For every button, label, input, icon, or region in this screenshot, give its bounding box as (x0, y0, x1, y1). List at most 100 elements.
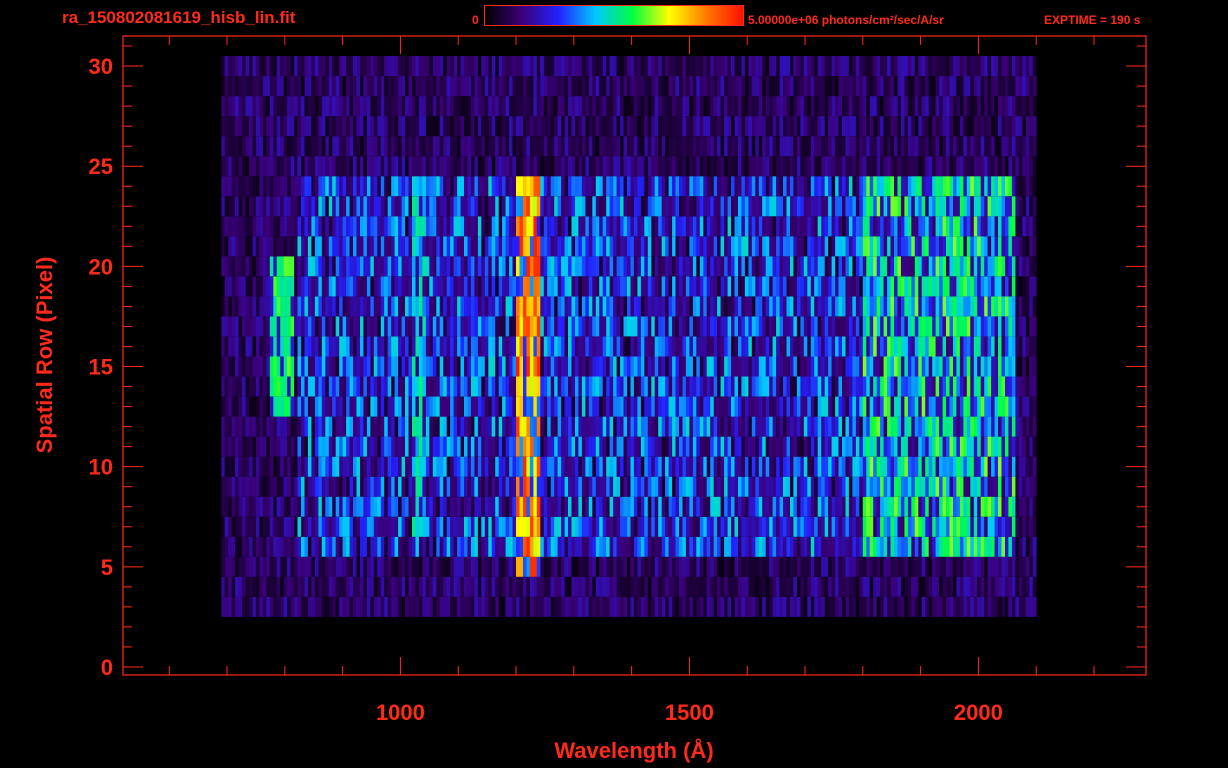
heatmap-cell (484, 356, 489, 377)
heatmap-cell (575, 456, 579, 477)
heatmap-cell (467, 536, 472, 557)
heatmap-cell (1032, 276, 1037, 297)
heatmap-cell (821, 276, 825, 297)
heatmap-cell (498, 476, 503, 497)
heatmap-cell (758, 396, 763, 417)
heatmap-cell (880, 216, 884, 237)
heatmap-cell (918, 376, 923, 397)
heatmap-cell (509, 396, 513, 417)
heatmap-cell (977, 276, 981, 297)
heatmap-cell (998, 336, 1002, 357)
heatmap-cell (422, 496, 427, 517)
heatmap-cell (873, 476, 877, 497)
heatmap-cell (606, 336, 610, 357)
heatmap-cell (796, 236, 801, 257)
heatmap-cell (786, 276, 791, 297)
heatmap-cell (977, 376, 981, 397)
heatmap-cell (814, 396, 818, 417)
heatmap-cell (921, 496, 926, 517)
heatmap-cell (665, 456, 669, 477)
heatmap-cell (963, 396, 968, 417)
heatmap-cell (415, 456, 420, 477)
heatmap-cell (824, 476, 829, 497)
heatmap-cell (658, 596, 662, 617)
heatmap-cell (616, 536, 621, 557)
heatmap-cell (491, 296, 496, 317)
heatmap-cell (356, 516, 361, 537)
heatmap-cell (831, 436, 836, 457)
heatmap-cell (588, 576, 593, 597)
heatmap-cell (942, 416, 947, 437)
heatmap-cell (523, 456, 527, 477)
heatmap-cell (914, 596, 919, 617)
heatmap-cell (325, 256, 330, 277)
heatmap-cell (266, 256, 271, 277)
heatmap-cell (633, 256, 638, 277)
heatmap-cell (276, 436, 281, 457)
heatmap-cell (675, 316, 680, 337)
heatmap-cell (575, 236, 579, 257)
heatmap-cell (238, 196, 243, 217)
heatmap-cell (845, 216, 850, 237)
heatmap-cell (953, 496, 957, 517)
heatmap-cell (949, 236, 954, 257)
heatmap-cell (644, 436, 649, 457)
heatmap-cell (869, 236, 874, 257)
heatmap-cell (1001, 196, 1006, 217)
heatmap-cell (689, 316, 694, 337)
heatmap-cell (252, 496, 257, 517)
heatmap-cell (294, 456, 298, 477)
heatmap-cell (588, 496, 593, 517)
heatmap-cell (571, 496, 576, 517)
heatmap-cell (422, 276, 427, 297)
heatmap-cell (339, 476, 343, 497)
heatmap-cell (398, 296, 402, 317)
heatmap-cell (956, 296, 961, 317)
heatmap-cell (491, 216, 496, 237)
heatmap-cell (405, 536, 409, 557)
heatmap-cell (585, 336, 590, 357)
heatmap-cell (956, 256, 961, 277)
heatmap-cell (394, 256, 399, 277)
heatmap-cell (526, 576, 531, 597)
heatmap-cell (495, 396, 499, 417)
heatmap-cell (557, 376, 562, 397)
heatmap-cell (280, 356, 284, 377)
heatmap-cell (703, 396, 708, 417)
heatmap-cell (578, 356, 583, 377)
heatmap-cell (307, 216, 312, 237)
heatmap-cell (890, 256, 895, 277)
heatmap-cell (481, 256, 486, 277)
heatmap-cell (571, 576, 576, 597)
heatmap-cell (724, 536, 728, 557)
heatmap-cell (318, 276, 323, 297)
heatmap-cell (318, 416, 323, 437)
heatmap-cell (505, 256, 510, 277)
heatmap-cell (835, 356, 839, 377)
heatmap-cell (814, 476, 818, 497)
heatmap-cell (439, 536, 444, 557)
heatmap-cell (373, 456, 378, 477)
heatmap-cell (855, 416, 860, 437)
heatmap-cell (685, 516, 690, 537)
heatmap-cell (332, 596, 336, 617)
heatmap-cell (453, 356, 458, 377)
heatmap-cell (609, 576, 614, 597)
heatmap-cell (269, 596, 274, 617)
heatmap-cell (342, 516, 347, 537)
heatmap-cell (654, 496, 659, 517)
heatmap-cell (963, 436, 968, 457)
heatmap-cell (401, 276, 406, 297)
heatmap-cell (377, 536, 382, 557)
heatmap-cell (633, 576, 638, 597)
heatmap-cell (575, 516, 579, 537)
heatmap-cell (751, 576, 756, 597)
heatmap-cell (682, 516, 687, 537)
heatmap-cell (325, 456, 330, 477)
heatmap-cell (651, 516, 656, 537)
heatmap-cell (679, 536, 683, 557)
heatmap-cell (890, 556, 895, 577)
heatmap-cell (731, 396, 735, 417)
heatmap-cell (772, 516, 777, 537)
heatmap-cell (987, 496, 992, 517)
